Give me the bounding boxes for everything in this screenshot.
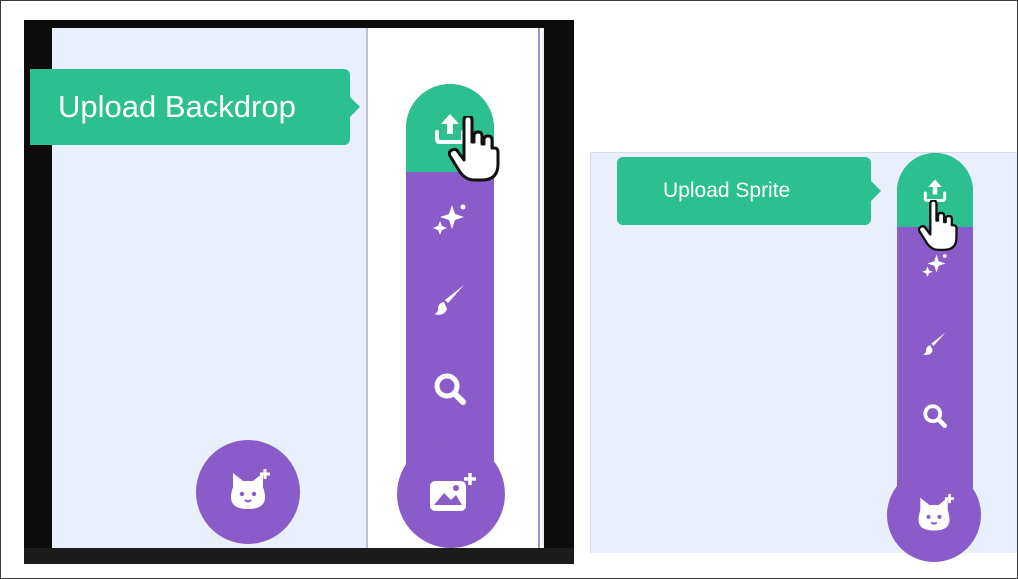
cat-icon xyxy=(231,469,270,509)
paintbrush-icon[interactable] xyxy=(406,274,494,324)
sparkle-icon[interactable] xyxy=(406,194,494,244)
tooltip-label: Upload Backdrop xyxy=(58,89,296,124)
hand-cursor-icon xyxy=(448,116,500,182)
choose-sprite-button[interactable] xyxy=(875,456,993,574)
upload-sprite-tooltip: Upload Sprite xyxy=(617,157,881,225)
image-icon xyxy=(430,473,476,511)
bottom-bar xyxy=(24,548,574,564)
choose-sprite-button[interactable] xyxy=(184,428,312,556)
cat-icon xyxy=(918,494,955,531)
choose-backdrop-button[interactable] xyxy=(385,428,517,560)
search-icon[interactable] xyxy=(406,364,494,414)
tooltip-label: Upload Sprite xyxy=(663,179,791,202)
search-icon[interactable] xyxy=(897,396,973,436)
pane-border xyxy=(538,28,540,548)
upload-backdrop-tooltip: Upload Backdrop xyxy=(30,69,360,145)
hand-cursor-icon xyxy=(918,200,958,251)
paintbrush-icon[interactable] xyxy=(897,323,973,363)
